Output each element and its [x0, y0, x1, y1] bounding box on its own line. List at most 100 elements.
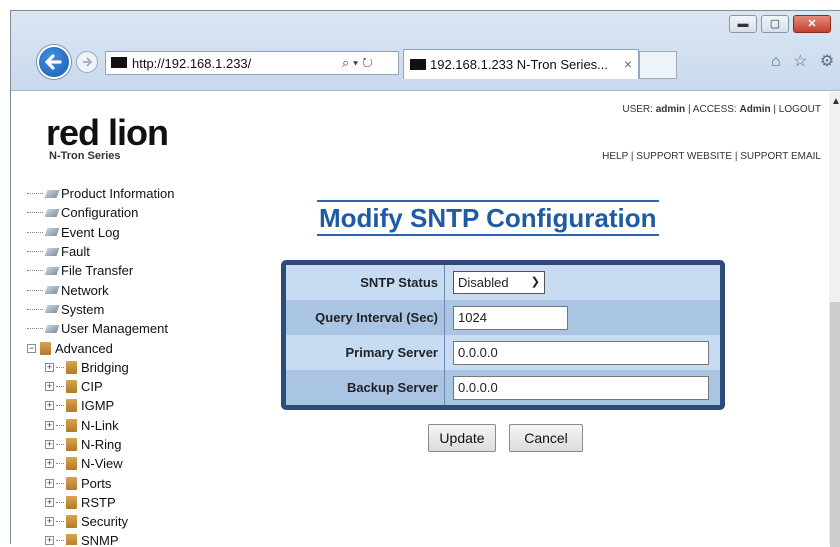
form-row-status: SNTP Status Disabled ❯ [286, 265, 720, 300]
chevron-down-icon: ❯ [530, 276, 540, 288]
primary-server-input[interactable]: 0.0.0.0 [453, 340, 709, 365]
tree-item-snmp[interactable]: + SNMP [27, 531, 174, 545]
sntp-form: SNTP Status Disabled ❯ Query Interval (Se… [281, 260, 725, 410]
tree-item-bridging[interactable]: + Bridging [27, 358, 174, 377]
tree-item-ports[interactable]: + Ports [27, 473, 174, 492]
form-row-primary: Primary Server 0.0.0.0 [286, 335, 720, 370]
folder-open-icon [40, 341, 51, 355]
tab-close-icon[interactable]: × [624, 56, 632, 72]
tree-item-fault[interactable]: Fault [27, 242, 174, 261]
help-link[interactable]: HELP [602, 151, 628, 162]
folder-icon [66, 495, 77, 509]
page-content: red lion N-Tron Series USER: admin | ACC… [11, 92, 829, 545]
minimize-button[interactable]: ▬ [729, 15, 757, 33]
folder-icon [66, 515, 77, 529]
sntp-status-label: SNTP Status [286, 265, 445, 300]
expand-icon[interactable]: + [45, 420, 54, 430]
page-icon [45, 284, 59, 296]
new-tab-button[interactable] [639, 51, 677, 79]
user-name: admin [655, 104, 686, 115]
page-title: Modify SNTP Configuration [317, 200, 659, 236]
tree-item-file-transfer[interactable]: File Transfer [27, 261, 174, 280]
browser-window: ▬ ▢ ✕ http://192.168.1.233/ ⌕ ▾ ↻ 192.16… [10, 10, 840, 547]
sntp-status-select[interactable]: Disabled ❯ [453, 271, 545, 294]
search-refresh-icon[interactable]: ⌕ ▾ ↻ [342, 55, 373, 71]
sntp-form-table: SNTP Status Disabled ❯ Query Interval (Se… [286, 265, 720, 405]
user-info-bar: USER: admin | ACCESS: Admin | LOGOUT [622, 104, 821, 115]
folder-icon [66, 534, 77, 545]
expand-icon[interactable]: + [45, 517, 54, 527]
tree-item-rstp[interactable]: + RSTP [27, 493, 174, 512]
expand-icon[interactable]: + [45, 497, 54, 507]
tab-title: 192.168.1.233 N-Tron Series... [430, 57, 609, 72]
page-icon [45, 207, 59, 219]
expand-icon[interactable]: + [45, 362, 54, 372]
expand-icon[interactable]: + [45, 459, 54, 469]
address-bar[interactable]: http://192.168.1.233/ ⌕ ▾ ↻ [105, 51, 399, 75]
page-icon [45, 323, 59, 335]
close-window-button[interactable]: ✕ [793, 15, 831, 33]
folder-icon [66, 457, 77, 471]
site-favicon-icon [111, 57, 127, 68]
help-links-bar: HELP | SUPPORT WEBSITE | SUPPORT EMAIL [602, 151, 821, 162]
tree-item-user-management[interactable]: User Management [27, 319, 174, 338]
advanced-children: + Bridging + CIP + IGMP + N-Link + N-Ring + N-View +… [27, 358, 174, 545]
address-text: http://192.168.1.233/ [132, 56, 252, 71]
maximize-button[interactable]: ▢ [761, 15, 789, 33]
tree-item-n-link[interactable]: + N-Link [27, 416, 174, 435]
tree-item-advanced[interactable]: − Advanced [27, 338, 174, 357]
support-website-link[interactable]: SUPPORT WEBSITE [636, 151, 732, 162]
backup-server-label: Backup Server [286, 370, 445, 405]
page-icon [45, 188, 59, 200]
tree-item-n-ring[interactable]: + N-Ring [27, 435, 174, 454]
browser-chrome: ▬ ▢ ✕ http://192.168.1.233/ ⌕ ▾ ↻ 192.16… [11, 11, 840, 91]
form-row-backup: Backup Server 0.0.0.0 [286, 370, 720, 405]
page-icon [45, 303, 59, 315]
tree-item-product-information[interactable]: Product Information [27, 184, 174, 203]
form-row-interval: Query Interval (Sec) 1024 [286, 300, 720, 335]
tree-item-event-log[interactable]: Event Log [27, 223, 174, 242]
tree-item-igmp[interactable]: + IGMP [27, 396, 174, 415]
tree-item-cip[interactable]: + CIP [27, 377, 174, 396]
folder-icon [66, 418, 77, 432]
folder-icon [66, 399, 77, 413]
update-button[interactable]: Update [428, 424, 496, 452]
page-icon [45, 226, 59, 238]
scroll-up-icon[interactable]: ▲ [831, 96, 840, 107]
tree-item-n-view[interactable]: + N-View [27, 454, 174, 473]
vertical-scrollbar[interactable]: ▲ [829, 92, 840, 547]
back-button[interactable] [37, 45, 71, 79]
forward-button[interactable] [76, 51, 98, 73]
page-icon [45, 265, 59, 277]
expand-icon[interactable]: + [45, 382, 54, 392]
navigation-tree: Product Information Configuration Event … [27, 184, 174, 545]
backup-server-input[interactable]: 0.0.0.0 [453, 375, 709, 400]
scrollbar-thumb[interactable] [830, 302, 840, 547]
tree-item-network[interactable]: Network [27, 280, 174, 299]
tree-item-system[interactable]: System [27, 300, 174, 319]
primary-server-label: Primary Server [286, 335, 445, 370]
access-level: Admin [739, 104, 771, 115]
back-arrow-icon [45, 54, 62, 70]
browser-tab[interactable]: 192.168.1.233 N-Tron Series... × [403, 49, 639, 79]
red-lion-logo: red lion N-Tron Series [46, 112, 169, 162]
collapse-icon[interactable]: − [27, 343, 36, 353]
forward-arrow-icon [83, 57, 93, 67]
page-icon [45, 246, 59, 258]
query-interval-input[interactable]: 1024 [453, 305, 568, 330]
tree-item-configuration[interactable]: Configuration [27, 203, 174, 222]
expand-icon[interactable]: + [45, 401, 54, 411]
folder-icon [66, 380, 77, 394]
expand-icon[interactable]: + [45, 440, 54, 449]
folder-icon [66, 438, 77, 451]
expand-icon[interactable]: + [45, 478, 54, 488]
tree-item-security[interactable]: + Security [27, 512, 174, 531]
query-interval-label: Query Interval (Sec) [286, 300, 445, 335]
folder-icon [66, 476, 77, 490]
logout-link[interactable]: LOGOUT [779, 104, 821, 115]
tab-favicon-icon [410, 59, 426, 70]
home-star-gear-icons[interactable]: ⌂ ☆ ⚙ [771, 51, 838, 71]
folder-icon [66, 360, 77, 374]
cancel-button[interactable]: Cancel [509, 424, 583, 452]
support-email-link[interactable]: SUPPORT EMAIL [740, 151, 821, 162]
